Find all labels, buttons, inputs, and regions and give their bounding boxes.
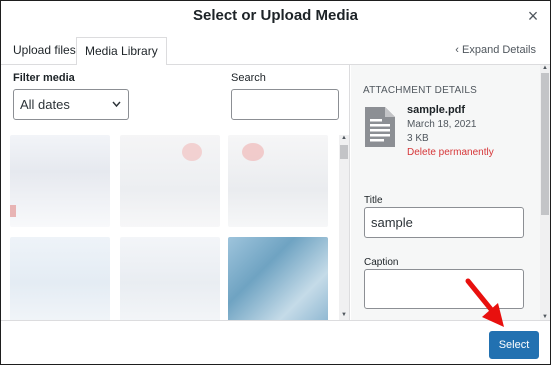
search-label: Search: [231, 72, 266, 84]
scrollbar-thumb[interactable]: [541, 73, 549, 215]
chevron-down-icon: [111, 90, 122, 131]
tab-upload-files[interactable]: Upload files: [5, 37, 84, 65]
attachment-thumbnail[interactable]: [228, 135, 328, 227]
file-size: 3 KB: [407, 133, 429, 144]
close-icon[interactable]: ×: [522, 5, 544, 27]
date-filter-value: All dates: [20, 97, 70, 112]
modal-title: Select or Upload Media: [192, 7, 359, 24]
modal-header: Select or Upload Media ×: [1, 1, 550, 33]
date-filter-select[interactable]: All dates: [13, 89, 129, 120]
file-name: sample.pdf: [407, 104, 466, 116]
red-arrow-annotation-icon: [464, 277, 508, 329]
modal-tabs: Upload files Media Library ‹ Expand Deta…: [1, 37, 550, 66]
media-modal: Select or Upload Media × Upload files Me…: [0, 0, 551, 365]
attachment-thumbnail[interactable]: [228, 237, 328, 320]
scrollbar-thumb[interactable]: [340, 145, 348, 159]
caption-label: Caption: [364, 257, 399, 268]
scroll-up-arrow-icon[interactable]: ▲: [339, 135, 349, 143]
delete-permanently-link[interactable]: Delete permanently: [407, 147, 494, 158]
scroll-up-arrow-icon[interactable]: ▲: [540, 65, 550, 71]
attachment-thumbnail[interactable]: [120, 135, 220, 227]
document-icon: [363, 105, 397, 149]
attachment-details-heading: ATTACHMENT DETAILS: [363, 85, 477, 96]
attachment-thumbnail[interactable]: [10, 237, 110, 320]
attachment-thumbnail[interactable]: [120, 237, 220, 320]
file-date: March 18, 2021: [407, 119, 477, 130]
scroll-down-arrow-icon[interactable]: ▼: [339, 312, 349, 320]
details-scrollbar[interactable]: ▲ ▼: [540, 65, 550, 320]
title-field[interactable]: sample: [364, 207, 524, 238]
grid-scrollbar[interactable]: ▲ ▼: [339, 135, 349, 320]
title-label: Title: [364, 195, 383, 206]
media-browser: Filter media All dates Search ▲ ▼: [2, 65, 350, 320]
attachment-thumbnail[interactable]: [10, 135, 110, 227]
filter-media-label: Filter media: [13, 72, 75, 84]
expand-details-link[interactable]: ‹ Expand Details: [455, 44, 536, 56]
select-button[interactable]: Select: [489, 331, 539, 359]
tab-media-library[interactable]: Media Library: [76, 37, 167, 66]
search-input[interactable]: [231, 89, 339, 120]
attachment-details-panel: ATTACHMENT DETAILS sample.pdf March 18, …: [351, 65, 550, 320]
attachments-grid: [10, 135, 336, 320]
